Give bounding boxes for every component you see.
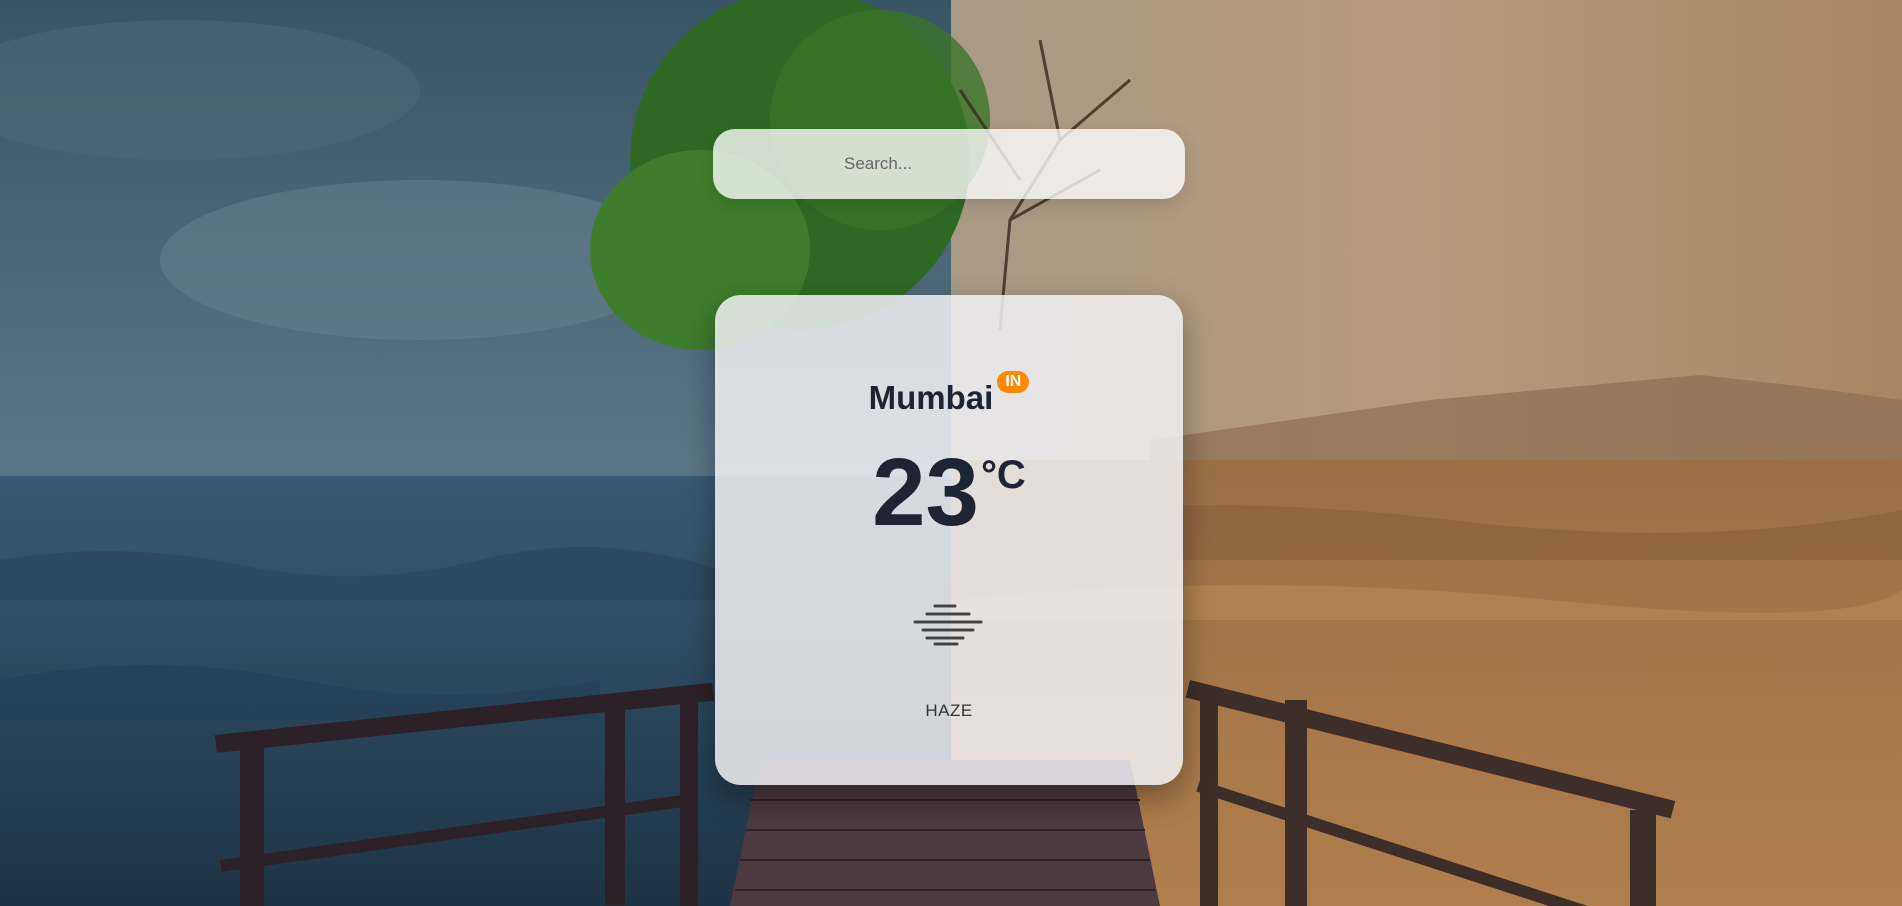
- haze-icon: [913, 604, 983, 646]
- temperature-unit: °C: [980, 453, 1026, 497]
- temperature-display: 23 °C: [715, 445, 1183, 541]
- search-bar[interactable]: [713, 129, 1185, 199]
- weather-card: Mumbai IN 23 °C HAZE: [715, 295, 1183, 785]
- weather-app-page: Mumbai IN 23 °C HAZE: [0, 0, 1902, 906]
- city-name: Mumbai: [868, 379, 994, 416]
- weather-condition: HAZE: [925, 701, 973, 720]
- search-input[interactable]: [842, 153, 1056, 175]
- temperature-value: 23: [872, 439, 979, 546]
- country-badge: IN: [997, 371, 1030, 393]
- location-header: Mumbai IN: [715, 371, 1183, 414]
